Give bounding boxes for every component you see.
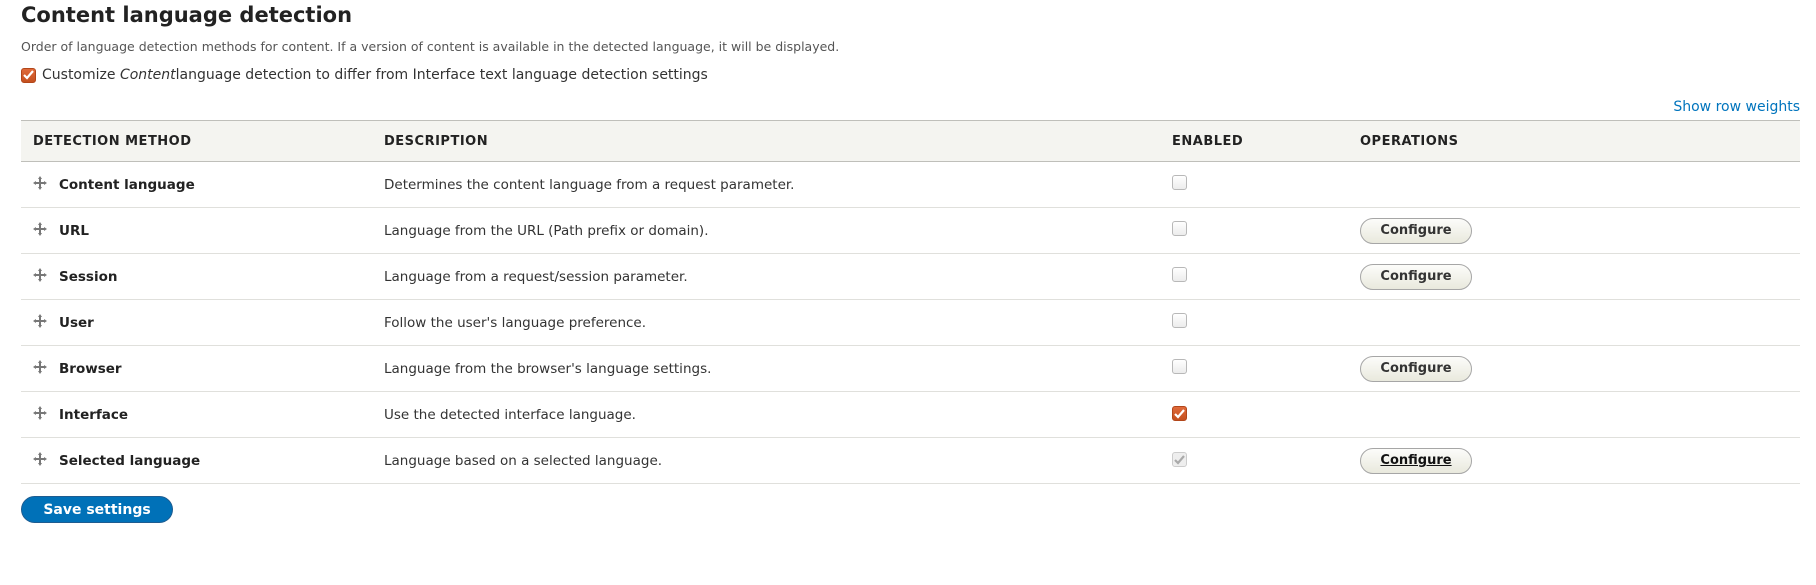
method-name: URL <box>59 222 89 239</box>
check-icon <box>23 70 34 80</box>
check-icon <box>1174 409 1185 419</box>
table-row: Selected language Language based on a se… <box>21 437 1800 484</box>
enabled-checkbox[interactable] <box>1172 406 1187 422</box>
col-detection-method: DETECTION METHOD <box>21 120 372 162</box>
table-row: Interface Use the detected interface lan… <box>21 391 1800 438</box>
enabled-checkbox[interactable] <box>1172 267 1187 282</box>
drag-handle-icon[interactable] <box>33 313 47 332</box>
method-description: Use the detected interface language. <box>372 391 1160 438</box>
page-title: Content language detection <box>21 3 353 27</box>
customize-text-pre: Customize <box>42 67 116 83</box>
enabled-checkbox[interactable] <box>1172 313 1187 328</box>
enabled-checkbox[interactable] <box>1172 221 1187 236</box>
col-operations: OPERATIONS <box>1348 120 1800 162</box>
method-name: Interface <box>59 406 129 423</box>
drag-handle-icon[interactable] <box>33 405 47 424</box>
drag-handle-icon[interactable] <box>33 267 47 286</box>
check-icon <box>1174 455 1185 465</box>
configure-button[interactable]: Configure <box>1360 217 1472 244</box>
method-description: Language from the browser's language set… <box>372 345 1160 392</box>
drag-handle-icon[interactable] <box>33 175 47 194</box>
method-name: Selected language <box>59 452 201 469</box>
save-settings-button[interactable]: Save settings <box>21 496 173 523</box>
detection-methods-table: DETECTION METHOD DESCRIPTION ENABLED OPE… <box>21 120 1800 484</box>
show-row-weights-link[interactable]: Show row weights <box>1673 99 1800 115</box>
table-row: Session Language from a request/session … <box>21 253 1800 300</box>
method-description: Language from a request/session paramete… <box>372 253 1160 300</box>
method-name: Browser <box>59 360 122 377</box>
method-name: User <box>59 314 94 331</box>
table-row: Content language Determines the content … <box>21 161 1800 208</box>
table-row: User Follow the user's language preferen… <box>21 299 1800 346</box>
method-description: Determines the content language from a r… <box>372 161 1160 208</box>
enabled-checkbox[interactable] <box>1172 175 1187 190</box>
configure-button[interactable]: Configure <box>1360 263 1472 290</box>
method-name: Content language <box>59 176 195 193</box>
drag-handle-icon[interactable] <box>33 221 47 240</box>
customize-checkbox[interactable] <box>21 67 36 83</box>
customize-text-post: language detection to differ from Interf… <box>175 67 708 83</box>
customize-checkbox-label[interactable]: Customize Content language detection to … <box>21 67 708 83</box>
col-description: DESCRIPTION <box>372 120 1160 162</box>
section-description: Order of language detection methods for … <box>21 39 840 54</box>
drag-handle-icon[interactable] <box>33 359 47 378</box>
table-row: URL Language from the URL (Path prefix o… <box>21 207 1800 254</box>
method-description: Language from the URL (Path prefix or do… <box>372 207 1160 254</box>
col-enabled: ENABLED <box>1160 120 1348 162</box>
drag-handle-icon[interactable] <box>33 451 47 470</box>
method-name: Session <box>59 268 118 285</box>
customize-text-em: Content <box>119 67 176 83</box>
configure-button[interactable]: Configure <box>1360 355 1472 382</box>
enabled-checkbox <box>1172 452 1187 468</box>
method-description: Follow the user's language preference. <box>372 299 1160 346</box>
table-row: Browser Language from the browser's lang… <box>21 345 1800 392</box>
enabled-checkbox[interactable] <box>1172 359 1187 374</box>
configure-button[interactable]: Configure <box>1360 447 1472 474</box>
method-description: Language based on a selected language. <box>372 437 1160 484</box>
